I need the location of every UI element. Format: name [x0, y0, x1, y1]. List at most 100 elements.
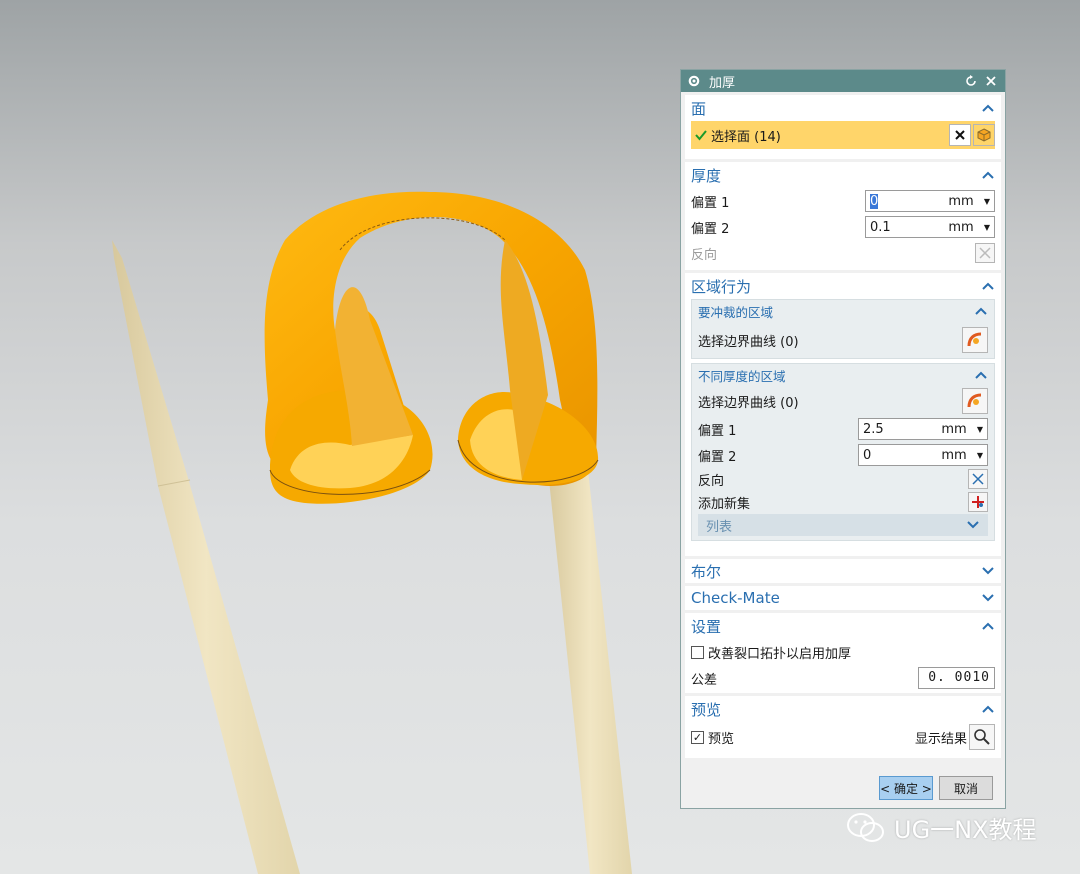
show-result-button[interactable] — [969, 724, 995, 750]
offset1-value: 0 — [870, 193, 879, 209]
diff-offset1-label: 偏置 1 — [698, 423, 737, 439]
boolean-section: 布尔 — [685, 559, 1001, 583]
preview-section-header[interactable]: 预览 — [685, 696, 1001, 722]
diff-select-label: 选择边界曲线 (0) — [698, 395, 799, 411]
diff-offset2-input[interactable]: 0 mm ▼ — [858, 444, 988, 466]
offset1-row: 偏置 1 0 mm ▼ — [685, 188, 1001, 214]
magnifier-icon — [974, 729, 990, 745]
dropdown-arrow-icon[interactable]: ▼ — [980, 197, 994, 206]
chevron-up-icon[interactable] — [981, 621, 995, 631]
face-section-header[interactable]: 面 — [685, 95, 1001, 121]
thickness-section-label: 厚度 — [691, 166, 722, 185]
add-set-icon — [972, 496, 984, 508]
dropdown-arrow-icon[interactable]: ▼ — [973, 425, 987, 434]
select-face-row[interactable]: 选择面 (14) — [691, 121, 995, 149]
chevron-up-icon[interactable] — [974, 370, 988, 380]
preview-checkbox[interactable]: ✓ — [691, 730, 704, 744]
chevron-up-icon[interactable] — [981, 103, 995, 113]
reverse-label: 反向 — [691, 247, 718, 263]
watermark-text: UG一NX教程 — [894, 816, 1037, 844]
preview-section-label: 预览 — [691, 700, 722, 719]
offset2-row: 偏置 2 0.1 mm ▼ — [685, 214, 1001, 240]
thickness-section-header[interactable]: 厚度 — [685, 162, 1001, 188]
reverse-arrows-icon — [972, 473, 984, 485]
dialog-title: 加厚 — [709, 75, 736, 91]
select-curve-button[interactable] — [962, 388, 988, 414]
diff-thickness-panel: 不同厚度的区域 选择边界曲线 (0) 偏置 1 2.5 mm ▼ 偏置 2 0 … — [691, 363, 995, 541]
diff-offset1-input[interactable]: 2.5 mm ▼ — [858, 418, 988, 440]
tolerance-label: 公差 — [691, 672, 718, 688]
chevron-up-icon[interactable] — [974, 306, 988, 316]
offset2-unit: mm — [948, 219, 974, 235]
chevron-down-icon[interactable] — [981, 566, 995, 576]
deselect-x-button[interactable] — [949, 124, 971, 146]
diff-thickness-header[interactable]: 不同厚度的区域 — [692, 364, 994, 386]
diff-offset2-label: 偏置 2 — [698, 449, 737, 465]
reverse-row: 反向 — [685, 240, 1001, 266]
ok-button[interactable]: < 确定 > — [879, 776, 933, 800]
list-collapsible[interactable]: 列表 — [698, 514, 988, 536]
region-section-label: 区域行为 — [691, 277, 752, 296]
checkmate-section: Check-Mate — [685, 586, 1001, 610]
diff-reverse-row: 反向 — [692, 468, 994, 490]
diff-offset1-unit: mm — [941, 421, 967, 437]
face-section-label: 面 — [691, 99, 707, 118]
boolean-section-header[interactable]: 布尔 — [685, 559, 1001, 583]
face-select-cube-button[interactable] — [973, 124, 995, 146]
reverse-direction-button[interactable] — [975, 243, 995, 263]
boolean-section-label: 布尔 — [691, 562, 722, 581]
close-icon[interactable] — [983, 73, 999, 89]
list-label: 列表 — [706, 519, 733, 535]
checkmark-icon — [695, 130, 707, 141]
x-icon — [955, 130, 965, 140]
curve-select-icon — [967, 332, 982, 347]
diff-thickness-label: 不同厚度的区域 — [698, 368, 786, 384]
dialog-titlebar[interactable]: 加厚 — [681, 70, 1005, 92]
improve-topology-checkbox[interactable] — [691, 645, 704, 659]
improve-topology-row: 改善裂口拓扑以启用加厚 — [685, 639, 1001, 665]
preview-row: ✓ 预览 显示结果 — [685, 722, 1001, 752]
punch-region-header[interactable]: 要冲裁的区域 — [692, 300, 994, 322]
right-rod — [548, 470, 632, 874]
offset2-value: 0.1 — [870, 219, 891, 235]
region-section: 区域行为 要冲裁的区域 选择边界曲线 (0) 不同厚度的区域 选择边界曲线 (0… — [685, 273, 1001, 556]
face-section: 面 选择面 (14) — [685, 95, 1001, 159]
punch-select-row: 选择边界曲线 (0) — [692, 322, 994, 358]
curve-select-icon — [967, 393, 982, 408]
add-new-set-button[interactable] — [968, 492, 988, 512]
checkmate-section-header[interactable]: Check-Mate — [685, 586, 1001, 610]
thicken-dialog: 加厚 面 选择面 (14) 厚度 偏置 1 0 mm ▼ 偏置 2 0.1 mm… — [680, 69, 1006, 809]
offset2-input[interactable]: 0.1 mm ▼ — [865, 216, 995, 238]
reset-icon[interactable] — [963, 73, 979, 89]
diff-offset1-row: 偏置 1 2.5 mm ▼ — [692, 416, 994, 442]
chevron-up-icon[interactable] — [981, 281, 995, 291]
reverse-arrows-icon — [979, 247, 991, 259]
diff-reverse-label: 反向 — [698, 473, 725, 489]
show-result-label: 显示结果 — [914, 731, 967, 747]
cancel-button[interactable]: 取消 — [939, 776, 993, 800]
dropdown-arrow-icon[interactable]: ▼ — [973, 451, 987, 460]
tolerance-input[interactable]: 0. 0010 — [918, 667, 995, 689]
settings-section-label: 设置 — [691, 617, 722, 636]
offset1-unit: mm — [948, 193, 974, 209]
chevron-down-icon[interactable] — [966, 520, 980, 530]
reverse-direction-button[interactable] — [968, 469, 988, 489]
chevron-up-icon[interactable] — [981, 170, 995, 180]
add-set-label: 添加新集 — [698, 496, 751, 512]
offset1-label: 偏置 1 — [691, 195, 730, 211]
select-curve-button[interactable] — [962, 327, 988, 353]
offset1-input[interactable]: 0 mm ▼ — [865, 190, 995, 212]
gear-icon — [688, 75, 700, 87]
region-section-header[interactable]: 区域行为 — [685, 273, 1001, 299]
punch-select-label: 选择边界曲线 (0) — [698, 334, 799, 350]
wechat-icon — [847, 812, 884, 842]
checkmate-section-label: Check-Mate — [691, 589, 780, 607]
dropdown-arrow-icon[interactable]: ▼ — [980, 223, 994, 232]
settings-section-header[interactable]: 设置 — [685, 613, 1001, 639]
improve-topology-label: 改善裂口拓扑以启用加厚 — [708, 646, 852, 662]
diff-offset1-value: 2.5 — [863, 421, 884, 437]
settings-section: 设置 改善裂口拓扑以启用加厚 公差 0. 0010 — [685, 613, 1001, 693]
add-set-row: 添加新集 — [692, 490, 994, 514]
chevron-up-icon[interactable] — [981, 704, 995, 714]
chevron-down-icon[interactable] — [981, 593, 995, 603]
